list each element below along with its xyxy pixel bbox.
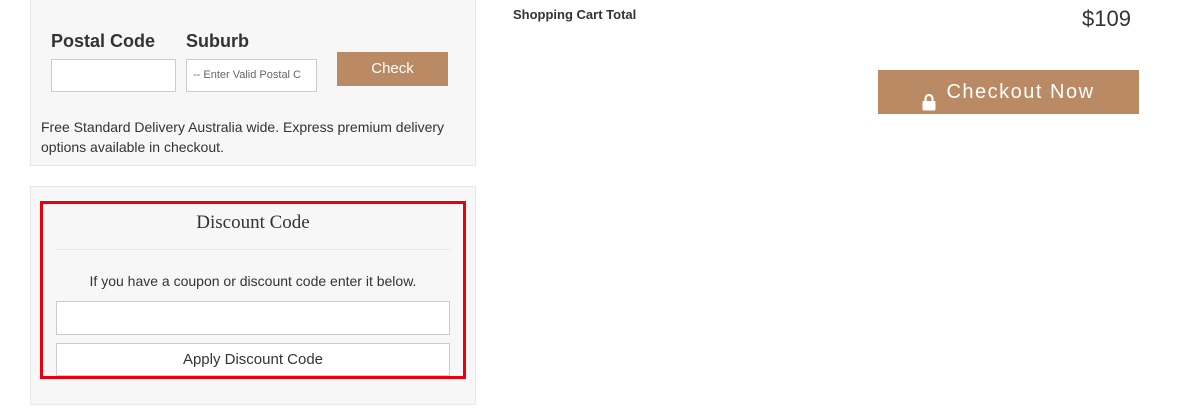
check-button[interactable]: Check bbox=[337, 52, 448, 86]
apply-discount-button[interactable]: Apply Discount Code bbox=[56, 343, 450, 376]
checkout-button[interactable]: Checkout Now bbox=[878, 70, 1139, 114]
postal-code-input[interactable] bbox=[51, 59, 176, 92]
suburb-select[interactable]: -- Enter Valid Postal C bbox=[186, 59, 317, 92]
lock-icon bbox=[922, 83, 936, 111]
discount-code-input[interactable] bbox=[56, 301, 450, 335]
delivery-note: Free Standard Delivery Australia wide. E… bbox=[41, 119, 445, 155]
cart-total-value: $109 bbox=[1082, 6, 1131, 31]
postal-code-label: Postal Code bbox=[51, 31, 156, 51]
cart-total-label: Shopping Cart Total bbox=[513, 7, 637, 22]
discount-panel: Discount Code If you have a coupon or di… bbox=[30, 186, 476, 405]
checkout-label: Checkout Now bbox=[946, 81, 1095, 103]
divider bbox=[56, 249, 450, 250]
discount-code-section: Discount Code If you have a coupon or di… bbox=[40, 201, 466, 379]
suburb-label: Suburb bbox=[186, 31, 249, 51]
discount-instructions: If you have a coupon or discount code en… bbox=[89, 273, 417, 289]
discount-title: Discount Code bbox=[196, 212, 310, 233]
delivery-panel: Postal Code Suburb -- Enter Valid Postal… bbox=[30, 0, 476, 166]
